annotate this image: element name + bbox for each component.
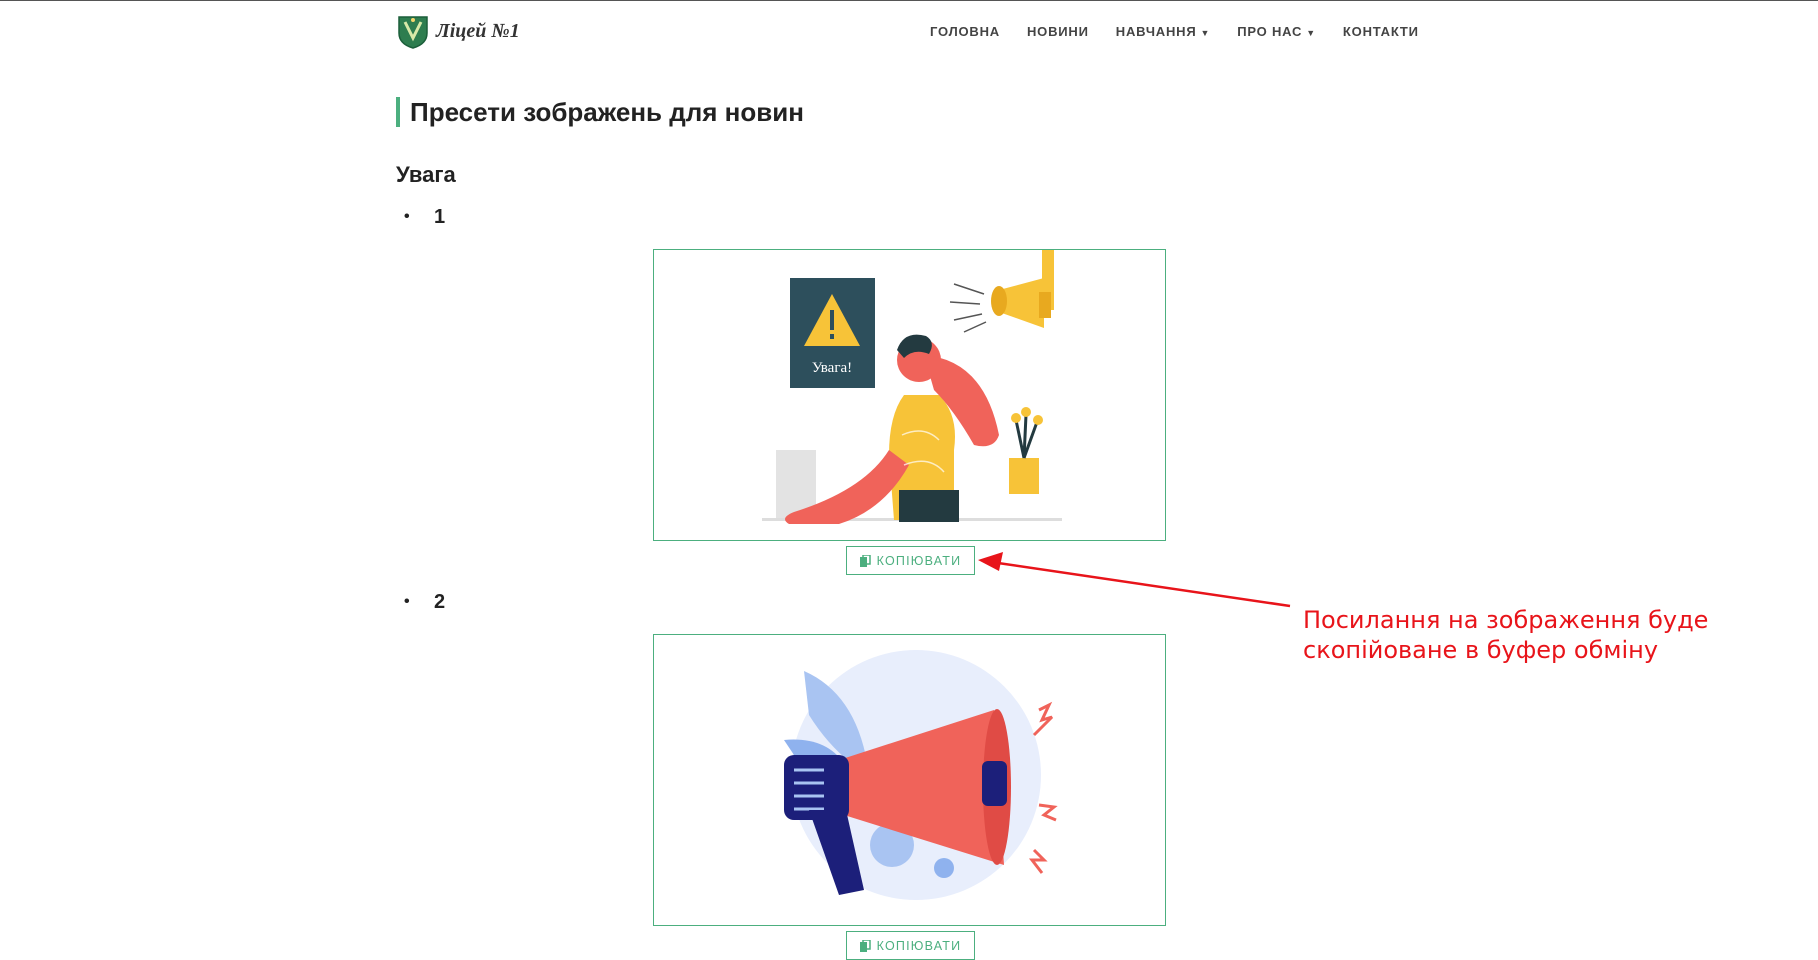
list-item: 2 bbox=[404, 591, 445, 614]
nav-about[interactable]: ПРО НАС ▼ bbox=[1237, 24, 1316, 39]
copy-button-label: КОПІЮВАТИ bbox=[876, 553, 962, 568]
copy-button[interactable]: КОПІЮВАТИ bbox=[846, 546, 975, 575]
page-title: Пресети зображень для новин bbox=[396, 97, 804, 127]
nav-contacts[interactable]: КОНТАКТИ bbox=[1343, 24, 1419, 39]
preset-image-1: Увага! bbox=[653, 249, 1166, 541]
crest-icon bbox=[398, 16, 428, 49]
main-nav: ГОЛОВНА НОВИНИ НАВЧАННЯ ▼ ПРО НАС ▼ КОНТАК… bbox=[930, 24, 1419, 39]
annotation-text: Посилання на зображення буде скопійоване… bbox=[1303, 606, 1709, 664]
copy-button-label: КОПІЮВАТИ bbox=[876, 938, 962, 953]
logo-text: Ліцей №1 bbox=[436, 19, 520, 42]
caret-down-icon: ▼ bbox=[1200, 27, 1211, 38]
section-heading: Увага bbox=[396, 162, 456, 187]
site-logo[interactable]: Ліцей №1 bbox=[396, 11, 520, 51]
warning-illustration: Увага! bbox=[762, 250, 1062, 524]
sign-text: Увага! bbox=[812, 360, 852, 376]
copy-icon bbox=[859, 554, 871, 567]
caret-down-icon: ▼ bbox=[1306, 27, 1316, 38]
list-item: 1 bbox=[404, 206, 445, 229]
nav-news[interactable]: НОВИНИ bbox=[1027, 24, 1089, 39]
preset-image-2 bbox=[653, 634, 1166, 926]
copy-icon bbox=[859, 939, 871, 952]
nav-education[interactable]: НАВЧАННЯ ▼ bbox=[1116, 24, 1210, 39]
megaphone-illustration bbox=[784, 650, 1058, 900]
nav-home[interactable]: ГОЛОВНА bbox=[930, 24, 1000, 39]
